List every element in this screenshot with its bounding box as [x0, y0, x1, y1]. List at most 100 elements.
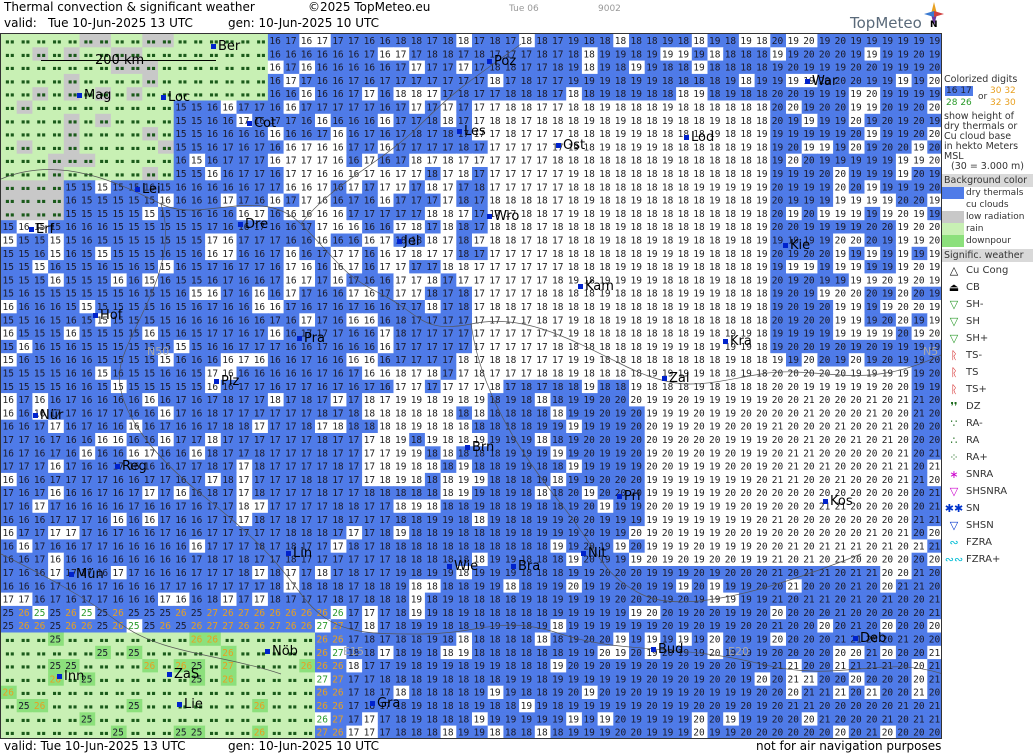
svg-text:18: 18: [631, 116, 643, 127]
svg-text:16: 16: [128, 262, 140, 273]
svg-text:15: 15: [97, 382, 108, 393]
cu-cong-icon: △: [942, 264, 966, 277]
svg-text:15: 15: [50, 369, 61, 380]
svg-text:18: 18: [709, 209, 721, 220]
svg-text:15: 15: [65, 182, 76, 193]
svg-text:17: 17: [505, 249, 516, 260]
city-label[interactable]: Pra: [297, 331, 325, 346]
svg-text:18: 18: [740, 76, 752, 87]
city-label[interactable]: Kra: [723, 334, 752, 349]
city-label[interactable]: Zal: [662, 371, 689, 386]
city-label[interactable]: Bud: [651, 642, 683, 657]
city-label[interactable]: Wro: [487, 209, 519, 224]
city-label[interactable]: Lin: [286, 546, 312, 561]
svg-text:18: 18: [583, 249, 595, 260]
city-label[interactable]: Jel: [397, 234, 419, 249]
svg-text:17: 17: [269, 236, 280, 247]
svg-text:17: 17: [442, 103, 453, 114]
svg-text:▪▪: ▪▪: [52, 117, 62, 126]
svg-text:17: 17: [552, 196, 563, 207]
svg-text:17: 17: [332, 329, 343, 340]
svg-text:18: 18: [615, 302, 627, 313]
svg-text:16: 16: [207, 275, 219, 286]
svg-text:16: 16: [332, 315, 344, 326]
svg-text:18: 18: [583, 182, 595, 193]
svg-text:16: 16: [317, 63, 329, 74]
city-label[interactable]: Reg: [115, 459, 147, 474]
svg-text:16: 16: [175, 262, 187, 273]
svg-text:20: 20: [929, 63, 941, 74]
svg-text:▪▪: ▪▪: [52, 157, 62, 166]
svg-text:16: 16: [18, 302, 30, 313]
svg-text:19: 19: [646, 142, 658, 153]
svg-text:17: 17: [317, 302, 328, 313]
city-label[interactable]: Lod: [684, 130, 714, 145]
svg-text:▪▪: ▪▪: [162, 170, 172, 179]
city-label[interactable]: Dre: [238, 217, 268, 232]
city-label[interactable]: Kam: [578, 279, 614, 294]
svg-text:▪▪: ▪▪: [52, 130, 62, 139]
svg-text:19: 19: [819, 63, 831, 74]
city-label[interactable]: Les: [457, 124, 486, 139]
city-label[interactable]: Mün: [69, 567, 104, 582]
city-label[interactable]: Loc: [161, 90, 190, 105]
city-label[interactable]: Ost: [556, 138, 585, 153]
city-label[interactable]: Inn: [57, 669, 84, 684]
svg-text:18: 18: [505, 236, 517, 247]
city-label[interactable]: ZaS: [167, 667, 199, 682]
city-label[interactable]: Poz: [487, 54, 516, 69]
city-label[interactable]: Cot: [247, 116, 276, 131]
svg-text:18: 18: [489, 116, 501, 127]
svg-text:20: 20: [913, 302, 925, 313]
svg-text:18: 18: [631, 222, 643, 233]
city-label[interactable]: Mag: [77, 88, 111, 103]
svg-text:18: 18: [568, 262, 580, 273]
svg-text:17: 17: [552, 103, 563, 114]
svg-text:▪▪: ▪▪: [5, 157, 15, 166]
svg-text:20: 20: [772, 369, 784, 380]
city-label[interactable]: Lei: [135, 182, 161, 197]
city-label[interactable]: Deb: [853, 631, 886, 646]
city-label[interactable]: Nit: [581, 546, 606, 561]
svg-text:15: 15: [34, 262, 45, 273]
svg-text:20: 20: [803, 275, 815, 286]
city-label[interactable]: War: [805, 74, 837, 89]
svg-text:15: 15: [65, 236, 76, 247]
svg-text:15: 15: [3, 222, 14, 233]
city-label[interactable]: Lie: [177, 697, 203, 712]
city-label[interactable]: Bra: [511, 559, 540, 574]
footer-notice: not for air navigation purposes: [756, 739, 941, 753]
svg-text:17: 17: [301, 103, 312, 114]
svg-text:15: 15: [112, 209, 123, 220]
svg-text:20: 20: [772, 222, 784, 233]
city-label[interactable]: Hof: [93, 308, 122, 323]
city-label[interactable]: Kos: [823, 494, 853, 509]
city-label[interactable]: Ber: [211, 39, 240, 54]
svg-text:16: 16: [207, 315, 219, 326]
svg-text:19: 19: [835, 142, 847, 153]
city-label[interactable]: Erf: [29, 222, 54, 237]
weather-map[interactable]: ▪▪ ▪▪ ▪▪ ▪▪ ▪▪ ▪▪ ▪▪ ▪▪ ▪▪ ▪▪ ▪▪ ▪▪ ▪▪ ▪▪ ▪▪ ▪▪ ▪▪ 16 17 16…: [0, 33, 942, 739]
city-label[interactable]: Plz: [214, 374, 239, 389]
city-label[interactable]: Brn: [465, 440, 494, 455]
svg-text:19: 19: [819, 116, 831, 127]
svg-text:18: 18: [552, 116, 564, 127]
svg-text:20: 20: [788, 222, 800, 233]
city-label[interactable]: Pri: [617, 489, 641, 504]
svg-text:18: 18: [599, 116, 611, 127]
svg-text:19: 19: [913, 63, 925, 74]
svg-text:18: 18: [678, 156, 690, 167]
svg-text:19: 19: [646, 342, 658, 353]
svg-text:18: 18: [631, 249, 643, 260]
svg-text:15: 15: [175, 129, 186, 140]
svg-text:19: 19: [897, 342, 909, 353]
city-label[interactable]: Wie: [447, 559, 478, 574]
city-label[interactable]: Nür: [33, 408, 63, 423]
city-label[interactable]: Kie: [783, 238, 810, 253]
city-label[interactable]: Gra: [370, 696, 400, 711]
svg-text:19: 19: [772, 156, 784, 167]
scale-bar: 200 km: [41, 53, 216, 68]
svg-text:16: 16: [285, 222, 297, 233]
svg-text:20: 20: [913, 196, 925, 207]
city-label[interactable]: Nöb: [265, 644, 298, 659]
